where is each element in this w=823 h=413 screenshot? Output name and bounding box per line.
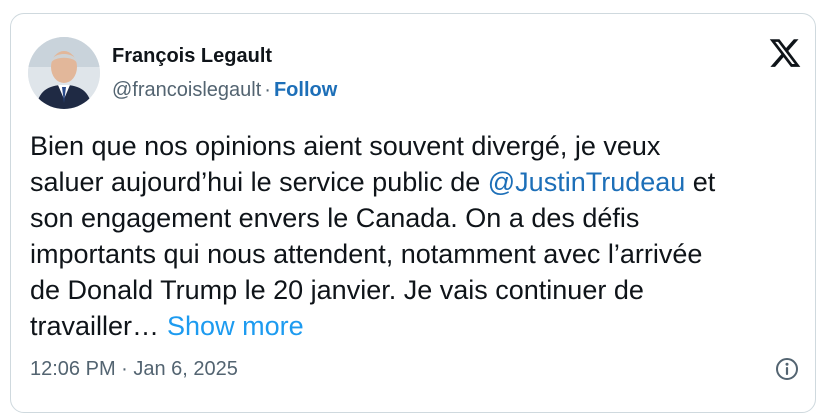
x-logo-icon[interactable] <box>768 36 802 70</box>
info-circle-icon[interactable] <box>775 357 799 381</box>
tweet-text-line: saluer aujourd’hui le service public de … <box>30 164 800 200</box>
tweet-timestamp[interactable]: 12:06 PM · Jan 6, 2025 <box>30 356 238 382</box>
tweet-text-line: travailler… Show more <box>30 308 800 344</box>
author-name[interactable]: François Legault <box>112 44 272 68</box>
tweet-text-line: de Donald Trump le 20 janvier. Je vais c… <box>30 275 644 305</box>
tweet-text-line: importants qui nous attendent, notamment… <box>30 239 703 269</box>
tweet-text-segment: travailler… <box>30 311 160 341</box>
tweet-text-segment: saluer aujourd’hui le service public de <box>30 167 488 197</box>
follow-button[interactable]: Follow <box>274 79 337 101</box>
tweet-text-line: Bien que nos opinions aient souvent dive… <box>30 131 661 161</box>
author-handle-line: @francoislegault · Follow <box>112 78 337 102</box>
tweet-text: Bien que nos opinions aient souvent dive… <box>30 128 800 344</box>
author-handle[interactable]: @francoislegault <box>112 79 261 101</box>
avatar-portrait-icon <box>28 37 100 109</box>
tweet-text-line: son engagement envers le Canada. On a de… <box>30 203 640 233</box>
show-more-link[interactable]: Show more <box>167 311 304 341</box>
avatar[interactable] <box>28 37 100 109</box>
mention-link[interactable]: @JustinTrudeau <box>488 167 686 197</box>
tweet-text-segment: et <box>685 167 716 197</box>
handle-separator: · <box>264 79 271 101</box>
